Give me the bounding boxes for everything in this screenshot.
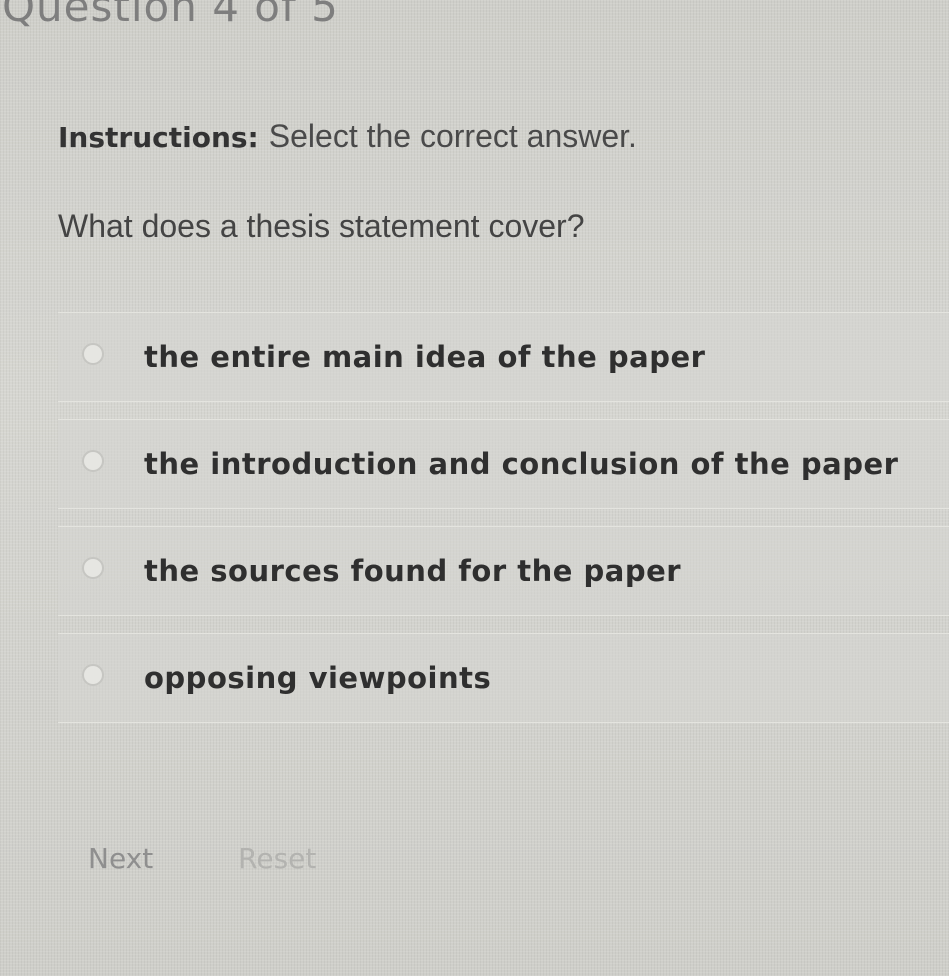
instructions-text: Select the correct answer.: [268, 118, 637, 154]
answer-option-2[interactable]: the introduction and conclusion of the p…: [58, 419, 949, 509]
instructions-label: Instructions:: [58, 121, 259, 154]
answer-option-label: the entire main idea of the paper: [144, 340, 706, 374]
radio-button[interactable]: [82, 450, 104, 472]
radio-button[interactable]: [82, 557, 104, 579]
button-bar: Next Reset: [88, 842, 316, 875]
next-button[interactable]: Next: [88, 842, 153, 875]
radio-button[interactable]: [82, 343, 104, 365]
answer-option-1[interactable]: the entire main idea of the paper: [58, 312, 949, 402]
radio-button[interactable]: [82, 664, 104, 686]
answer-option-3[interactable]: the sources found for the paper: [58, 526, 949, 616]
question-prompt: What does a thesis statement cover?: [58, 208, 585, 244]
answer-option-label: the introduction and conclusion of the p…: [144, 447, 899, 481]
reset-button[interactable]: Reset: [238, 842, 316, 875]
answer-option-4[interactable]: opposing viewpoints: [58, 633, 949, 723]
instructions: Instructions: Select the correct answer.: [58, 118, 637, 155]
answer-option-label: opposing viewpoints: [144, 661, 492, 695]
question-counter: Question 4 of 5: [2, 0, 339, 31]
answer-option-label: the sources found for the paper: [144, 554, 682, 588]
answer-options: the entire main idea of the paper the in…: [58, 312, 949, 740]
